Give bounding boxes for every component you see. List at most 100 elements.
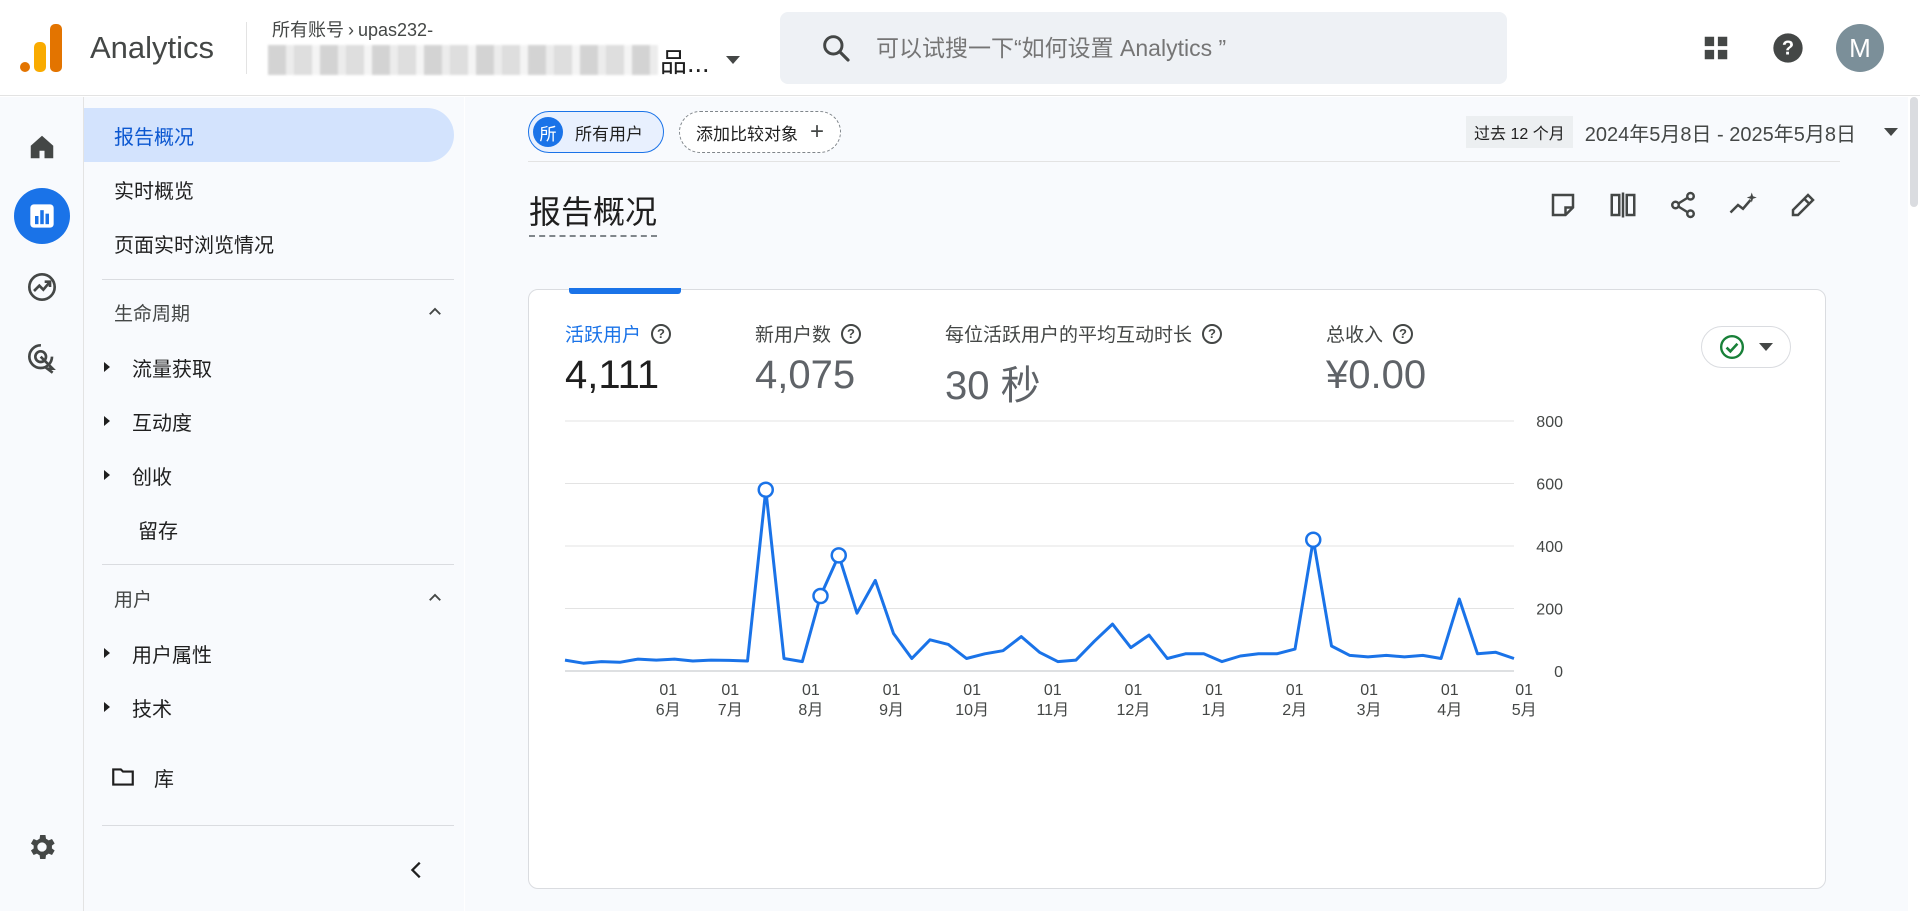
nav-item-tech[interactable]: 技术 — [84, 680, 454, 734]
page-scrollbar[interactable] — [1908, 97, 1920, 911]
segment-badge: 所 — [533, 117, 563, 147]
avatar[interactable]: M — [1836, 24, 1884, 72]
search-bar[interactable] — [780, 12, 1507, 84]
nav-realtime-overview[interactable]: 实时概览 — [84, 162, 454, 216]
section-title: 用户 — [114, 589, 153, 611]
help-circle-icon[interactable]: ? — [1202, 323, 1223, 344]
nav-item-label: 流量获取 — [132, 358, 212, 381]
nav-section-lifecycle[interactable]: 生命周期 — [114, 292, 444, 332]
note-icon[interactable] — [1543, 185, 1583, 225]
date-preset-label: 过去 12 个月 — [1466, 116, 1573, 148]
expand-arrow-icon — [104, 648, 110, 658]
property-selector[interactable]: 品... — [268, 42, 740, 78]
nav-item-label: 实时概览 — [114, 180, 194, 203]
segment-chip-all-users[interactable]: 所 所有用户 — [528, 111, 664, 153]
home-icon[interactable] — [14, 119, 70, 175]
y-tick-label: 200 — [1536, 602, 1563, 619]
reports-icon[interactable] — [14, 188, 70, 244]
nav-item-user-attributes[interactable]: 用户属性 — [84, 626, 454, 680]
nav-item-label: 页面实时浏览情况 — [114, 234, 274, 257]
data-point-marker[interactable] — [830, 547, 847, 564]
chevron-up-icon — [429, 593, 441, 601]
date-range-picker[interactable]: 过去 12 个月 2024年5月8日 - 2025年5月8日 — [1466, 111, 1908, 153]
filter-bar: 所 所有用户 添加比较对象 + 过去 12 个月 2024年5月8日 - 202… — [528, 111, 1908, 155]
metric-tab-active-users[interactable]: 活跃用户? 4,111 — [565, 320, 672, 398]
data-point-marker[interactable] — [757, 481, 774, 498]
search-icon — [823, 35, 850, 62]
analytics-logo[interactable] — [20, 24, 64, 72]
collapse-nav-chevron-left-icon[interactable] — [402, 855, 432, 885]
x-tick-day: 01 — [1360, 682, 1378, 699]
metric-label-row: 每位活跃用户的平均互动时长? — [945, 320, 1223, 347]
metric-label-row: 总收入? — [1326, 320, 1426, 347]
scrollbar-thumb[interactable] — [1910, 97, 1918, 207]
help-circle-icon[interactable]: ? — [1393, 323, 1414, 344]
property-name-suffix: 品... — [660, 47, 710, 78]
nav-item-label: 库 — [154, 768, 174, 791]
data-quality-status-chip[interactable] — [1701, 326, 1791, 368]
x-tick-month: 8月 — [798, 702, 823, 719]
header-divider — [246, 22, 247, 74]
metric-value: 4,111 — [565, 353, 660, 397]
metric-label-row: 新用户数? — [755, 320, 862, 347]
breadcrumb[interactable]: 所有账号 › upas232- — [272, 16, 433, 42]
page-title[interactable]: 报告概况 — [529, 187, 658, 237]
dropdown-arrow-icon — [1884, 128, 1898, 136]
expand-arrow-icon — [104, 470, 110, 480]
apps-grid-icon[interactable] — [1696, 28, 1736, 68]
nav-item-acquisition[interactable]: 流量获取 — [84, 340, 454, 394]
add-comparison-label: 添加比较对象 — [696, 124, 798, 144]
x-tick-month: 11月 — [1036, 702, 1069, 719]
advertising-icon[interactable] — [14, 330, 70, 386]
svg-text:?: ? — [1782, 38, 1794, 60]
x-tick-day: 01 — [802, 682, 820, 699]
divider — [102, 279, 454, 280]
help-circle-icon[interactable]: ? — [841, 323, 862, 344]
nav-item-engagement[interactable]: 互动度 — [84, 394, 454, 448]
compare-columns-icon[interactable] — [1603, 185, 1643, 225]
x-tick-month: 3月 — [1357, 702, 1382, 719]
metric-tab-new-users[interactable]: 新用户数? 4,075 — [755, 320, 862, 398]
nav-realtime-pages[interactable]: 页面实时浏览情况 — [84, 216, 454, 270]
explore-icon[interactable] — [14, 259, 70, 315]
metric-value: 4,075 — [755, 353, 856, 397]
metric-tab-total-revenue[interactable]: 总收入? ¥0.00 — [1326, 320, 1426, 398]
metric-label: 新用户数 — [755, 325, 832, 346]
nav-section-user[interactable]: 用户 — [114, 578, 444, 618]
nav-item-monetization[interactable]: 创收 — [84, 448, 454, 502]
y-tick-label: 800 — [1536, 414, 1563, 431]
breadcrumb-property[interactable]: upas232- — [358, 20, 433, 40]
data-point-marker[interactable] — [812, 587, 829, 605]
dropdown-arrow-icon — [725, 56, 740, 64]
section-title: 生命周期 — [114, 303, 191, 325]
chevron-right-icon: › — [348, 20, 354, 40]
date-range-text: 2024年5月8日 - 2025年5月8日 — [1584, 123, 1856, 146]
navigation-rail — [0, 97, 84, 911]
help-circle-icon[interactable]: ? — [651, 323, 672, 344]
help-icon[interactable]: ? — [1768, 28, 1808, 68]
x-tick-day: 01 — [659, 682, 677, 699]
settings-gear-icon[interactable] — [14, 819, 70, 875]
add-comparison-button[interactable]: 添加比较对象 + — [679, 111, 842, 153]
x-tick-day: 01 — [1125, 682, 1143, 699]
insights-sparkle-icon[interactable] — [1723, 185, 1763, 225]
active-tab-indicator — [569, 288, 681, 294]
x-tick-month: 7月 — [718, 702, 743, 719]
active-users-line-chart: 800 600 400 200 0 01 6月 01 7月 01 8月 01 9月 01 10月 01 11月 0… — [564, 414, 1563, 719]
edit-pencil-icon[interactable] — [1783, 185, 1823, 225]
share-icon[interactable] — [1663, 185, 1703, 225]
nav-reports-snapshot[interactable]: 报告概况 — [84, 108, 454, 162]
folder-icon — [112, 768, 134, 786]
x-tick-day: 01 — [963, 682, 981, 699]
data-point-marker[interactable] — [1305, 531, 1322, 548]
plus-icon: + — [810, 118, 825, 145]
nav-item-retention[interactable]: 留存 — [84, 502, 454, 556]
search-input[interactable] — [876, 32, 1476, 64]
nav-item-label: 用户属性 — [132, 644, 212, 667]
nav-library[interactable]: 库 — [84, 750, 454, 804]
chevron-up-icon — [429, 307, 441, 315]
metric-tab-engagement-time[interactable]: 每位活跃用户的平均互动时长? 30 秒 — [945, 320, 1223, 411]
breadcrumb-account[interactable]: 所有账号 — [272, 20, 344, 40]
expand-arrow-icon — [104, 362, 110, 372]
nav-item-label: 创收 — [132, 466, 172, 489]
